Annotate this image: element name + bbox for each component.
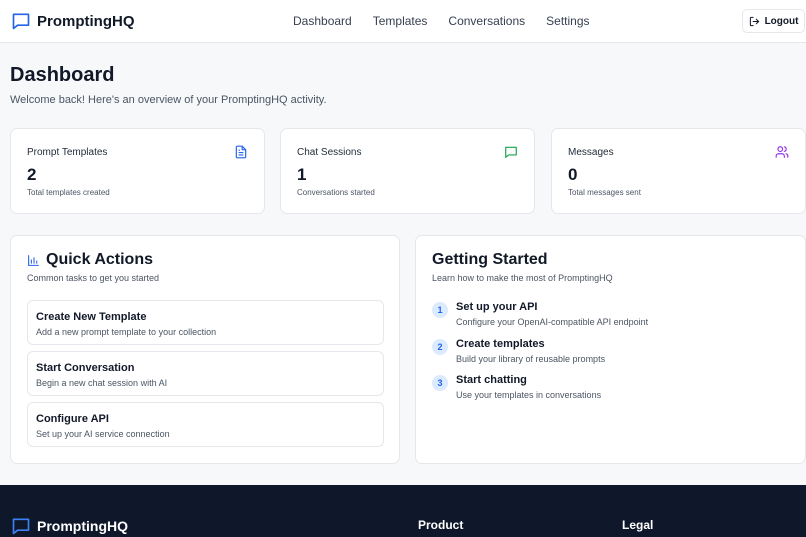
step-title: Set up your API bbox=[456, 301, 538, 313]
action-title: Start Conversation bbox=[36, 362, 135, 374]
footer-brand[interactable]: PromptingHQ bbox=[11, 516, 128, 536]
step-description: Use your templates in conversations bbox=[456, 390, 602, 400]
getting-started-panel: Getting Started Learn how to make the mo… bbox=[415, 235, 806, 464]
stat-card-chat-sessions: Chat Sessions 1 Conversations started bbox=[280, 128, 535, 214]
getting-started-title: Getting Started bbox=[432, 251, 548, 268]
action-description: Begin a new chat session with AI bbox=[36, 378, 168, 388]
logout-label: Logout bbox=[764, 15, 799, 27]
page-title: Dashboard bbox=[10, 64, 115, 86]
create-template-action[interactable]: Create New Template Add a new prompt tem… bbox=[27, 300, 384, 345]
top-navbar: PromptingHQ Dashboard Templates Conversa… bbox=[0, 0, 806, 43]
footer-heading-legal: Legal bbox=[622, 518, 654, 532]
step-description: Configure your OpenAI-compatible API end… bbox=[456, 317, 649, 327]
step-description: Build your library of reusable prompts bbox=[456, 354, 606, 364]
getting-started-subtitle: Learn how to make the most of PromptingH… bbox=[432, 273, 613, 283]
stat-value: 1 bbox=[297, 165, 307, 184]
nav-link-conversations[interactable]: Conversations bbox=[448, 14, 525, 28]
stat-card-messages: Messages 0 Total messages sent bbox=[551, 128, 806, 214]
step-number: 3 bbox=[432, 375, 448, 391]
stat-description: Conversations started bbox=[297, 188, 375, 197]
action-description: Set up your AI service connection bbox=[36, 429, 170, 439]
chat-bubble-logo-icon bbox=[12, 518, 30, 535]
step-title: Create templates bbox=[456, 338, 545, 350]
action-title: Create New Template bbox=[36, 311, 147, 323]
stat-description: Total messages sent bbox=[568, 188, 641, 197]
stat-label: Messages bbox=[568, 147, 614, 158]
step-number: 2 bbox=[432, 339, 448, 355]
quick-actions-heading: Quick Actions bbox=[46, 251, 153, 268]
stat-card-prompt-templates: Prompt Templates 2 Total templates creat… bbox=[10, 128, 265, 214]
stat-value: 0 bbox=[568, 165, 578, 184]
footer-brand-name: PromptingHQ bbox=[37, 518, 128, 534]
logout-button[interactable]: Logout bbox=[742, 9, 805, 33]
quick-actions-title: Quick Actions bbox=[27, 251, 153, 269]
site-footer: PromptingHQ Product Legal bbox=[0, 485, 806, 537]
logout-icon bbox=[749, 16, 759, 26]
page-subtitle: Welcome back! Here's an overview of your… bbox=[10, 94, 327, 106]
bar-chart-icon bbox=[28, 254, 39, 266]
action-description: Add a new prompt template to your collec… bbox=[36, 327, 217, 337]
action-title: Configure API bbox=[36, 413, 109, 425]
nav-links: Dashboard Templates Conversations Settin… bbox=[293, 14, 590, 28]
stat-description: Total templates created bbox=[27, 188, 110, 197]
nav-link-templates[interactable]: Templates bbox=[373, 14, 428, 28]
footer-heading-product: Product bbox=[418, 518, 464, 532]
chat-bubble-logo-icon bbox=[12, 13, 30, 30]
brand-name: PromptingHQ bbox=[37, 12, 135, 30]
users-icon bbox=[775, 146, 789, 158]
quick-actions-panel: Quick Actions Common tasks to get you st… bbox=[10, 235, 400, 464]
step-number: 1 bbox=[432, 302, 448, 318]
step-title: Start chatting bbox=[456, 374, 527, 386]
nav-link-settings[interactable]: Settings bbox=[546, 14, 589, 28]
stat-value: 2 bbox=[27, 165, 37, 184]
configure-api-action[interactable]: Configure API Set up your AI service con… bbox=[27, 402, 384, 447]
stat-label: Prompt Templates bbox=[27, 147, 108, 158]
nav-link-dashboard[interactable]: Dashboard bbox=[293, 14, 352, 28]
start-conversation-action[interactable]: Start Conversation Begin a new chat sess… bbox=[27, 351, 384, 396]
document-icon bbox=[235, 145, 247, 159]
brand-logo-link[interactable]: PromptingHQ bbox=[11, 11, 135, 31]
chat-icon bbox=[505, 146, 517, 158]
stat-label: Chat Sessions bbox=[297, 147, 362, 158]
quick-actions-subtitle: Common tasks to get you started bbox=[27, 273, 160, 283]
